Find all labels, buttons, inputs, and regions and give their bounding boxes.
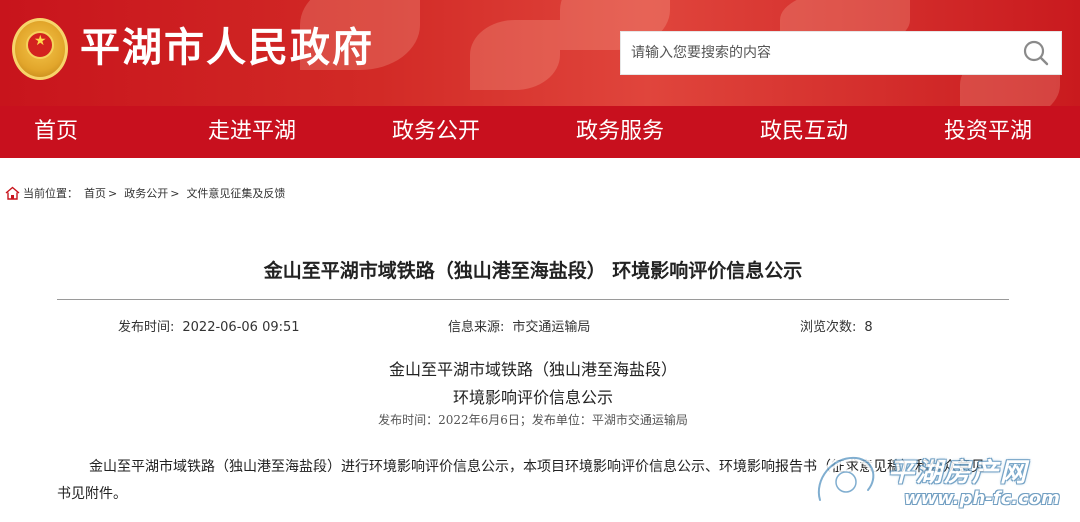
nav-item-home[interactable]: 首页	[0, 106, 160, 158]
nav-item-gov-affairs-open[interactable]: 政务公开	[344, 106, 528, 158]
info-source: 信息来源: 市交通运输局	[448, 316, 590, 335]
main-nav: 首页 走进平湖 政务公开 政务服务 政民互动 投资平湖	[0, 106, 1080, 158]
view-count-value: 8	[864, 320, 873, 335]
breadcrumb-separator: >	[170, 186, 180, 200]
national-emblem-icon: ★	[12, 18, 68, 80]
nav-item-about[interactable]: 走进平湖	[160, 106, 344, 158]
breadcrumb-separator: >	[108, 186, 118, 200]
publish-time-value: 2022-06-06 09:51	[182, 320, 300, 335]
breadcrumb-feedback[interactable]: 文件意见征集及反馈	[186, 185, 285, 201]
nav-item-interaction[interactable]: 政民互动	[712, 106, 896, 158]
info-source-value: 市交通运输局	[512, 320, 591, 335]
subtitle-line-1: 金山至平湖市域铁路（独山港至海盐段）	[388, 360, 677, 379]
nav-item-gov-services[interactable]: 政务服务	[528, 106, 712, 158]
article-title: 金山至平湖市域铁路（独山港至海盐段） 环境影响评价信息公示	[263, 260, 803, 282]
watermark-text: 平湖房产网	[888, 458, 1029, 488]
title-divider	[57, 299, 1009, 300]
watermark-url: www.ph-fc.com	[904, 488, 1060, 509]
publish-time: 发布时间: 2022-06-06 09:51	[118, 316, 300, 335]
watermark: 平湖房产网 www.ph-fc.com	[808, 446, 1080, 522]
publish-info-line: 发布时间：2022年6月6日；发布单位：平湖市交通运输局	[378, 413, 688, 427]
info-source-label: 信息来源:	[448, 320, 505, 335]
view-count-label: 浏览次数:	[800, 320, 857, 335]
view-count: 浏览次数: 8	[800, 316, 873, 335]
site-title[interactable]: 平湖市人民政府	[80, 20, 374, 76]
publish-time-label: 发布时间:	[118, 320, 175, 335]
ph-fc-logo-icon	[815, 454, 877, 504]
breadcrumb-home[interactable]: 首页	[84, 185, 106, 201]
search-box	[620, 31, 1062, 75]
breadcrumb-label: 当前位置：	[23, 187, 78, 200]
nav-item-investment[interactable]: 投资平湖	[896, 106, 1080, 158]
breadcrumb: 当前位置： 首页 > 政务公开 > 文件意见征集及反馈	[5, 184, 285, 202]
header-banner: ★ 平湖市人民政府	[0, 0, 1080, 106]
home-icon	[5, 186, 20, 200]
breadcrumb-gov-affairs-open[interactable]: 政务公开	[124, 185, 168, 201]
subtitle-line-2: 环境影响评价信息公示	[452, 388, 613, 407]
search-input[interactable]	[621, 32, 1011, 74]
search-icon[interactable]	[1021, 38, 1051, 68]
